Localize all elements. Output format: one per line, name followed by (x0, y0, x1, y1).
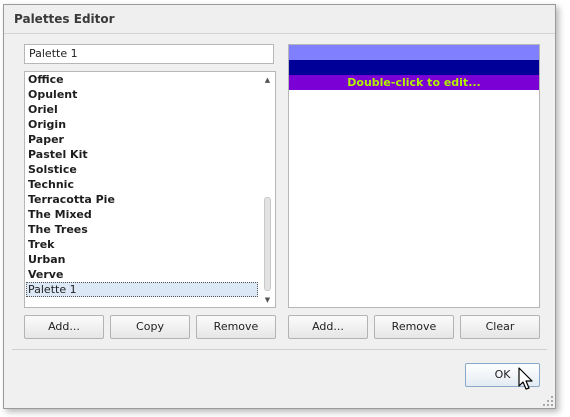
double-click-to-edit-hint: Double-click to edit... (347, 76, 481, 89)
scroll-thumb[interactable] (264, 197, 271, 291)
list-item[interactable]: Urban (27, 252, 258, 267)
palette-colors-panel[interactable]: Double-click to edit... (288, 44, 540, 308)
scroll-down-icon[interactable]: ▼ (261, 294, 274, 306)
mouse-cursor-icon (518, 367, 533, 390)
remove-color-button[interactable]: Remove (374, 315, 454, 339)
clear-colors-button[interactable]: Clear (460, 315, 540, 339)
list-item[interactable]: Trek (27, 237, 258, 252)
footer-separator (12, 349, 547, 350)
list-item[interactable]: The Trees (27, 222, 258, 237)
list-item[interactable]: Paper (27, 132, 258, 147)
title-bar[interactable]: Palettes Editor (4, 5, 555, 34)
dialog-title: Palettes Editor (14, 12, 115, 26)
palette-name-input[interactable]: Palette 1 (24, 44, 274, 64)
list-item[interactable]: Technic (27, 177, 258, 192)
list-item[interactable]: Verve (27, 267, 258, 282)
color-swatch-edit[interactable]: Double-click to edit... (289, 75, 539, 90)
list-item[interactable]: Solstice (27, 162, 258, 177)
add-color-button[interactable]: Add... (288, 315, 368, 339)
list-item[interactable]: Origin (27, 117, 258, 132)
resize-grip-icon[interactable] (542, 395, 554, 407)
add-palette-button[interactable]: Add... (24, 315, 104, 339)
list-item[interactable]: Oriel (27, 102, 258, 117)
list-item[interactable]: Terracotta Pie (27, 192, 258, 207)
list-item[interactable]: Pastel Kit (27, 147, 258, 162)
color-swatch[interactable] (289, 45, 539, 60)
palettes-editor-dialog: Palettes Editor Palette 1 Office Opulent… (3, 4, 556, 409)
list-item[interactable]: Opulent (27, 87, 258, 102)
list-item-selected[interactable]: Palette 1 (26, 282, 258, 297)
color-swatch[interactable] (289, 60, 539, 75)
list-item[interactable]: Office (27, 72, 258, 87)
scroll-up-icon[interactable]: ▲ (261, 74, 274, 86)
palettes-list[interactable]: Office Opulent Oriel Origin Paper Pastel… (24, 71, 276, 308)
remove-palette-button[interactable]: Remove (196, 315, 276, 339)
list-item[interactable]: The Mixed (27, 207, 258, 222)
list-scrollbar[interactable]: ▲ ▼ (261, 73, 274, 306)
copy-palette-button[interactable]: Copy (110, 315, 190, 339)
